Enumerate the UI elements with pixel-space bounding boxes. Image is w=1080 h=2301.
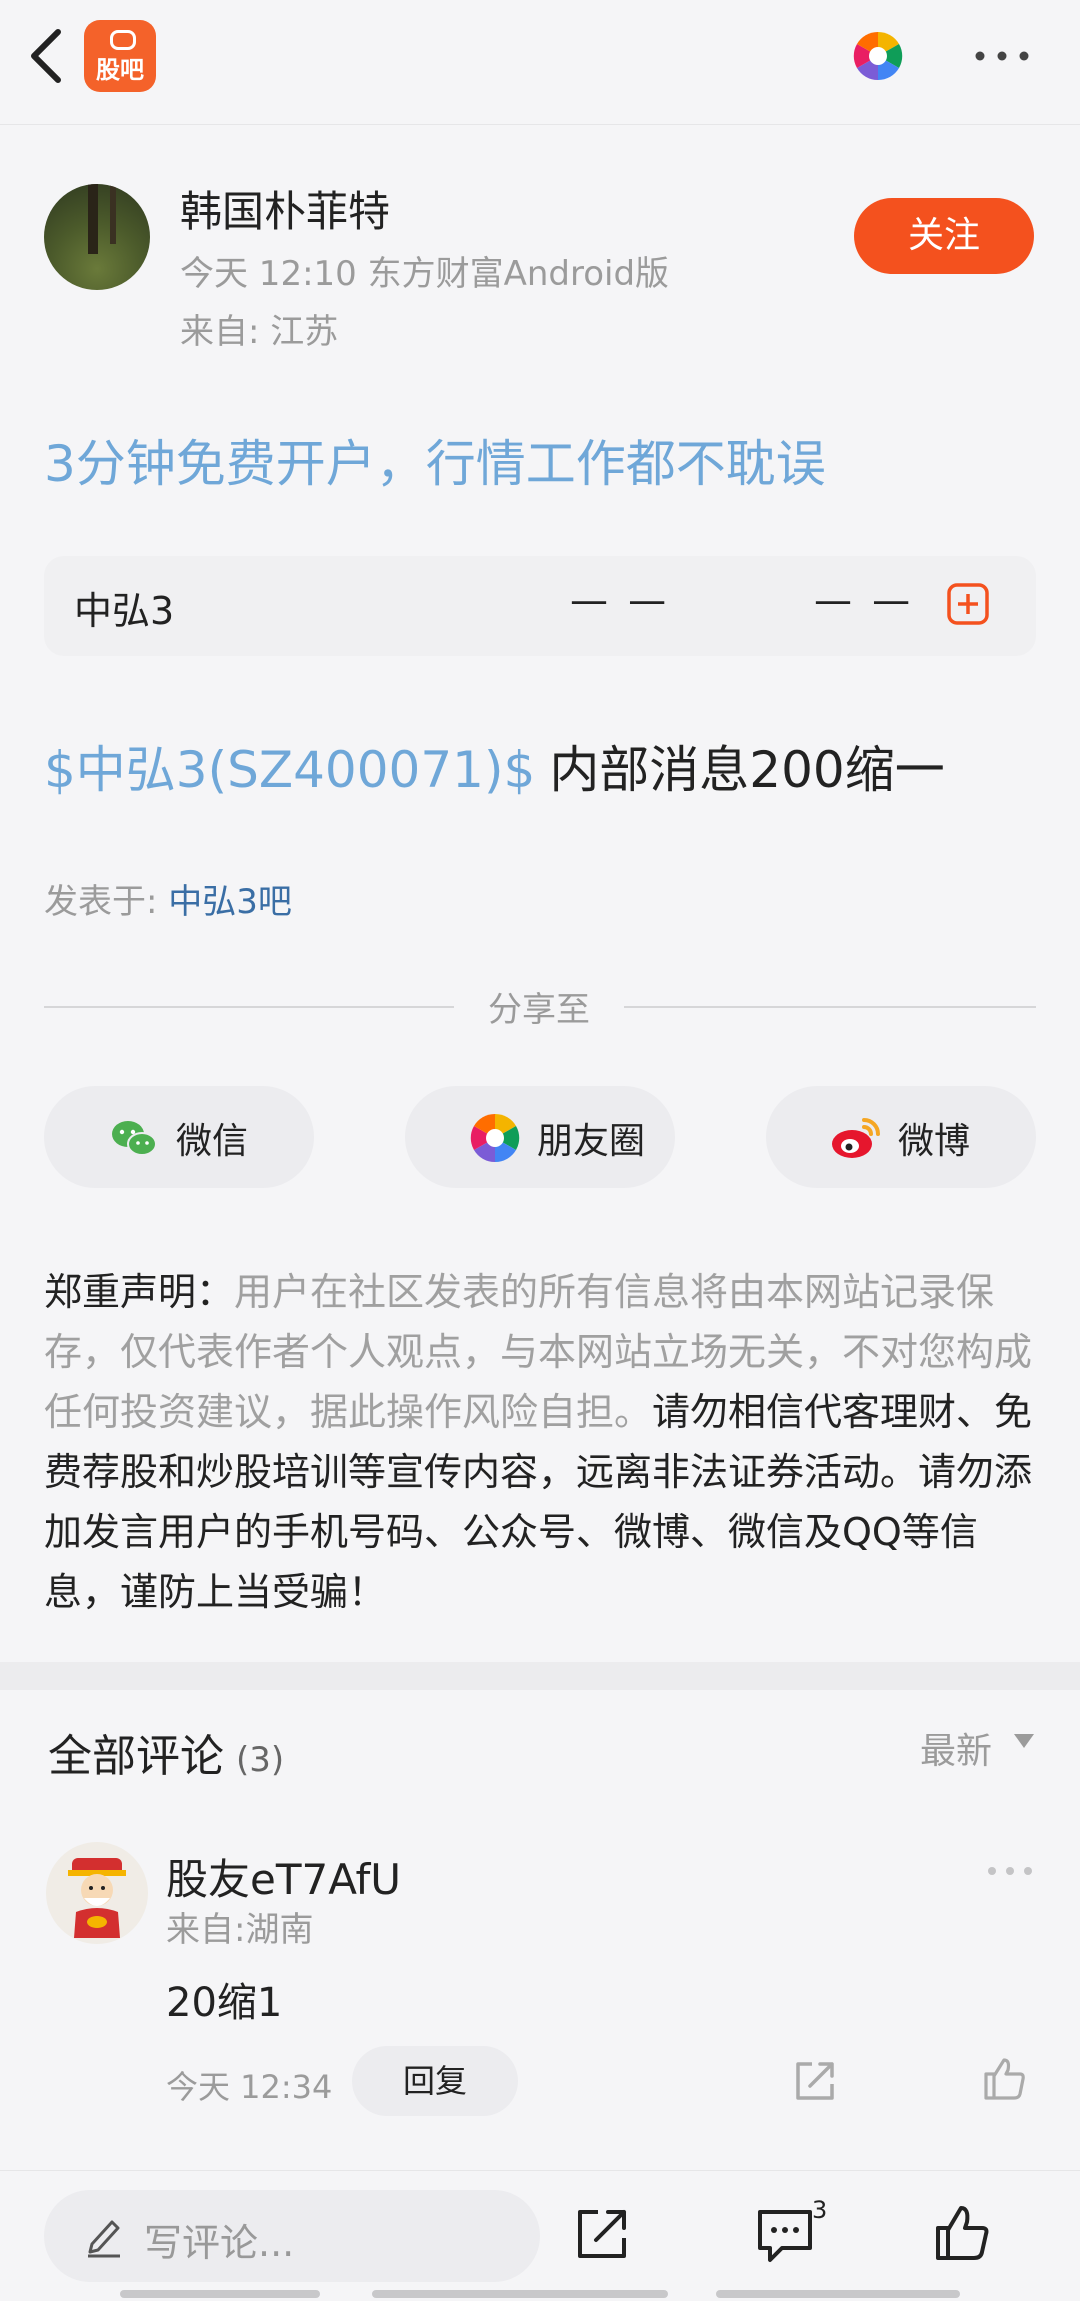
top-bar: 股吧 bbox=[0, 0, 1080, 125]
comment-text: 20缩1 bbox=[166, 1980, 283, 2026]
stock-tag-link[interactable]: $中弘3(SZ400071)$ bbox=[44, 741, 535, 799]
avatar-tree-2 bbox=[110, 184, 116, 244]
wechat-icon bbox=[112, 1121, 157, 1156]
disclaimer: 郑重声明：用户在社区发表的所有信息将由本网站记录保存，仅代表作者个人观点，与本网… bbox=[44, 1262, 1036, 1622]
share-moments-label: 朋友圈 bbox=[537, 1121, 646, 1162]
moments-icon bbox=[470, 1113, 520, 1163]
share-weibo-button[interactable]: 微博 bbox=[766, 1086, 1036, 1188]
author-location: 来自: 江苏 bbox=[180, 312, 339, 352]
share-icon[interactable] bbox=[792, 2058, 838, 2104]
comments-title: 全部评论 bbox=[48, 1731, 224, 1782]
comment-input-placeholder: 写评论... bbox=[144, 2221, 295, 2265]
author-avatar[interactable] bbox=[44, 184, 150, 290]
sort-dropdown[interactable]: 最新 bbox=[920, 1722, 992, 1774]
nav-indicator bbox=[716, 2290, 960, 2298]
thumbs-up-icon[interactable] bbox=[980, 2054, 1028, 2102]
thumbs-up-icon[interactable] bbox=[932, 2202, 992, 2262]
comment-count-badge: 3 bbox=[812, 2196, 828, 2224]
author-name[interactable]: 韩国朴菲特 bbox=[180, 178, 390, 239]
stock-change: — — bbox=[814, 578, 915, 622]
avatar-tree bbox=[88, 184, 98, 254]
stock-price: — — bbox=[570, 578, 671, 622]
comment-more-icon[interactable] bbox=[986, 1864, 1034, 1878]
nav-indicator bbox=[372, 2290, 668, 2298]
section-divider bbox=[0, 1662, 1080, 1690]
stock-name: 中弘3 bbox=[74, 589, 175, 633]
nav-indicator bbox=[120, 2290, 320, 2298]
comments-header: 全部评论 (3) bbox=[48, 1720, 284, 1784]
share-wechat-label: 微信 bbox=[176, 1121, 249, 1162]
stock-card[interactable]: 中弘3 — — — — bbox=[44, 556, 1036, 656]
post-text: 内部消息200缩一 bbox=[549, 741, 945, 799]
reply-button[interactable]: 回复 bbox=[352, 2046, 518, 2116]
logo-bubble-icon bbox=[110, 30, 136, 50]
add-watchlist-icon[interactable] bbox=[946, 582, 990, 626]
pencil-icon bbox=[88, 2220, 120, 2258]
forum-link[interactable]: 中弘3吧 bbox=[168, 882, 292, 922]
share-moments-button[interactable]: 朋友圈 bbox=[405, 1086, 675, 1188]
share-wechat-button[interactable]: 微信 bbox=[44, 1086, 314, 1188]
comment-input[interactable]: 写评论... bbox=[44, 2190, 540, 2282]
comments-count: (3) bbox=[236, 1740, 285, 1780]
back-icon[interactable] bbox=[24, 26, 70, 86]
posted-in: 发表于: 中弘3吧 bbox=[44, 874, 292, 923]
follow-button[interactable]: 关注 bbox=[854, 198, 1034, 274]
app-logo-text: 股吧 bbox=[96, 56, 144, 84]
comment-icon[interactable] bbox=[754, 2204, 816, 2266]
promo-link[interactable]: 3分钟免费开户，行情工作都不耽误 bbox=[44, 424, 826, 496]
commenter-name[interactable]: 股友eT7AfU bbox=[166, 1846, 401, 1907]
more-options-icon[interactable] bbox=[972, 44, 1032, 68]
post-meta: 今天 12:10 东方财富Android版 bbox=[180, 254, 670, 294]
weibo-icon bbox=[832, 1118, 880, 1158]
share-weibo-label: 微博 bbox=[898, 1121, 971, 1162]
commenter-location: 来自:湖南 bbox=[166, 1910, 314, 1950]
posted-in-label: 发表于: bbox=[44, 882, 158, 922]
share-title: 分享至 bbox=[488, 990, 590, 1030]
aperture-icon[interactable] bbox=[852, 30, 904, 82]
commenter-avatar[interactable] bbox=[46, 1842, 148, 1944]
disclaimer-label: 郑重声明： bbox=[44, 1270, 235, 1314]
chevron-down-icon[interactable] bbox=[1014, 1734, 1034, 1748]
god-of-wealth-icon bbox=[68, 1858, 126, 1938]
divider-line bbox=[624, 1006, 1036, 1008]
share-icon[interactable] bbox=[574, 2206, 630, 2262]
post-content: $中弘3(SZ400071)$ 内部消息200缩一 bbox=[44, 730, 945, 802]
app-logo[interactable]: 股吧 bbox=[84, 20, 156, 92]
divider-line bbox=[44, 1006, 454, 1008]
comment-time: 今天 12:34 bbox=[166, 2068, 333, 2106]
